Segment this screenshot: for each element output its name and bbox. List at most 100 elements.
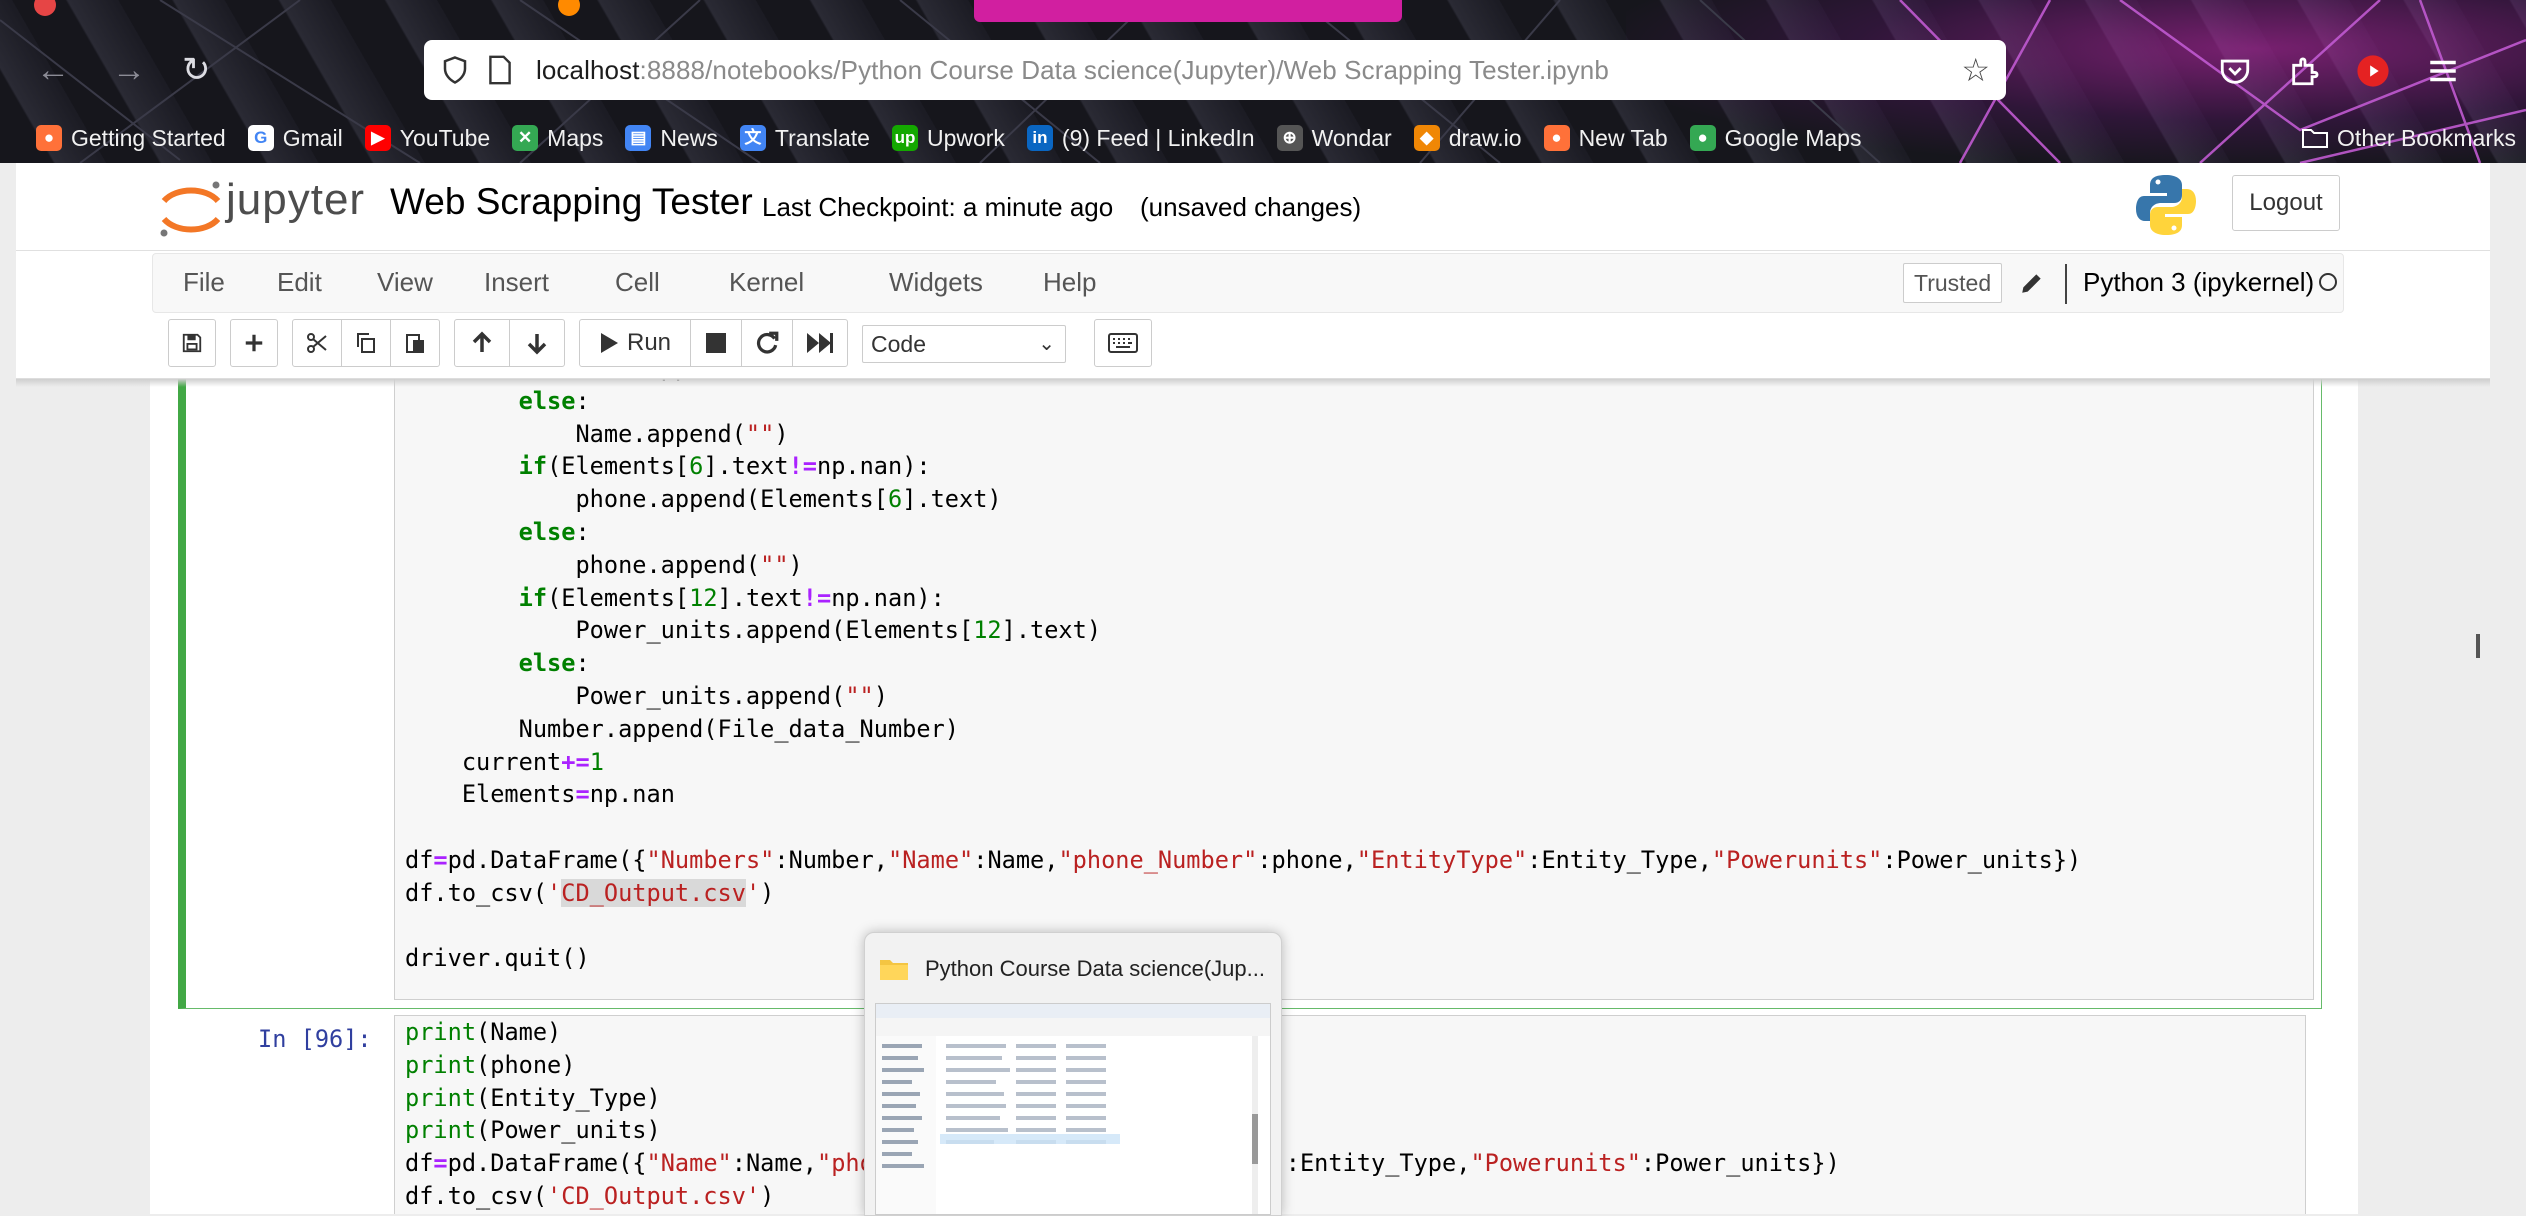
restart-kernel-button[interactable]: [741, 319, 793, 367]
reload-icon[interactable]: ↻: [182, 50, 211, 90]
paste-button[interactable]: [390, 319, 440, 367]
code-cell-selected[interactable]: Name.append(Elements[5].text) else: Name…: [178, 379, 2322, 1009]
explorer-thumbnail-image: [876, 1004, 1270, 1214]
bookmark-label: News: [660, 124, 718, 151]
pencil-icon[interactable]: [2019, 270, 2045, 296]
scrollbar-thumb[interactable]: [2476, 634, 2480, 658]
menubar: File Edit View Insert Cell Kernel Widget…: [152, 253, 2344, 313]
run-button-label: Run: [626, 329, 672, 356]
kernel-idle-icon: [2319, 273, 2337, 291]
globe-icon: ⊕: [1276, 125, 1303, 151]
maps-icon: ✕: [512, 125, 539, 151]
jupyter-header: jupyter Web Scrapping Tester Last Checkp…: [16, 163, 2490, 251]
copy-button[interactable]: [341, 319, 391, 367]
keyboard-icon: [1108, 333, 1138, 353]
run-button[interactable]: Run: [579, 319, 691, 367]
hamburger-menu-icon[interactable]: [2426, 54, 2460, 88]
address-bar[interactable]: localhost:8888/notebooks/Python Course D…: [424, 40, 2006, 100]
interrupt-kernel-button[interactable]: [690, 319, 742, 367]
menubar-container: File Edit View Insert Cell Kernel Widget…: [16, 251, 2490, 379]
tracking-shield-icon[interactable]: [440, 55, 470, 85]
menu-view[interactable]: View: [377, 267, 433, 298]
cell-editor[interactable]: print(Name) print(phone) print(Entity_Ty…: [394, 1015, 2306, 1214]
cell-editor[interactable]: Name.append(Elements[5].text) else: Name…: [394, 379, 2314, 1000]
bookmark-item[interactable]: up Upwork: [891, 124, 1005, 152]
taskbar-window-preview[interactable]: Python Course Data science(Jup...: [864, 932, 1282, 1216]
paste-icon: [406, 334, 424, 353]
browser-chrome: ← → ↻ localhost:8888/notebooks/Python Co…: [0, 0, 2526, 163]
bookmark-item[interactable]: ● Google Maps: [1689, 125, 1861, 152]
bookmark-label: Getting Started: [71, 124, 226, 151]
bookmark-label: (9) Feed | LinkedIn: [1061, 124, 1255, 151]
menu-edit[interactable]: Edit: [277, 267, 322, 298]
python-logo-icon: [2136, 175, 2196, 235]
cell-prompt: In [96]:: [258, 1025, 372, 1053]
menu-file[interactable]: File: [183, 267, 225, 298]
google-icon: G: [247, 125, 274, 151]
bookmark-item[interactable]: G Gmail: [247, 124, 343, 152]
cell-type-select[interactable]: Code ⌄: [862, 325, 1066, 363]
bookmark-label: New Tab: [1578, 124, 1668, 151]
extensions-icon[interactable]: [2288, 54, 2322, 88]
linkedin-icon: in: [1026, 125, 1053, 151]
bookmark-label: draw.io: [1448, 124, 1522, 151]
chevron-down-icon: ⌄: [1038, 333, 1055, 355]
move-down-button[interactable]: [509, 319, 565, 367]
bookmark-label: Translate: [774, 124, 870, 151]
translate-icon: 文: [739, 125, 766, 151]
pocket-icon[interactable]: [2218, 54, 2252, 88]
code-content[interactable]: Name.append(Elements[5].text) else: Name…: [405, 379, 2081, 975]
drawio-icon: ◆: [1413, 125, 1440, 151]
google-maps-icon: ●: [1689, 125, 1716, 151]
toolbar-shadow: [16, 379, 2490, 387]
folder-icon: [880, 960, 908, 980]
menu-cell[interactable]: Cell: [615, 267, 660, 298]
arrow-down-icon: [527, 334, 547, 355]
other-bookmarks[interactable]: Other Bookmarks: [2301, 118, 2516, 158]
bookmark-item[interactable]: ✕ Maps: [512, 125, 603, 152]
move-up-button[interactable]: [454, 319, 510, 367]
menu-widgets[interactable]: Widgets: [889, 267, 983, 298]
youtube-extension-icon[interactable]: [2356, 54, 2390, 88]
back-icon[interactable]: ←: [36, 50, 70, 90]
trusted-indicator[interactable]: Trusted: [1903, 263, 2003, 303]
bookmark-item[interactable]: ⊕ Wondar: [1276, 125, 1392, 152]
bookmark-label: Upwork: [926, 124, 1005, 151]
insert-cell-button[interactable]: [230, 319, 278, 367]
url-text[interactable]: localhost:8888/notebooks/Python Course D…: [536, 55, 1609, 86]
copy-icon: [357, 333, 375, 353]
bookmark-star-icon[interactable]: ☆: [1961, 54, 1990, 86]
command-palette-button[interactable]: [1094, 319, 1152, 367]
plus-icon: [245, 334, 263, 352]
autosave-status: (unsaved changes): [1140, 192, 1362, 222]
menu-kernel[interactable]: Kernel: [729, 267, 804, 298]
cut-button[interactable]: [292, 319, 342, 367]
kernel-name[interactable]: Python 3 (ipykernel): [2083, 267, 2314, 298]
bookmarks-toolbar: ● Getting Started G Gmail ▶ YouTube ✕ Maps ▤ News…: [0, 118, 2526, 158]
forward-icon[interactable]: →: [112, 50, 146, 90]
menu-help[interactable]: Help: [1043, 267, 1096, 298]
preview-thumbnail[interactable]: [875, 1003, 1271, 1215]
save-icon: [182, 333, 202, 353]
firefox-icon: ●: [36, 125, 62, 151]
menu-insert[interactable]: Insert: [484, 267, 549, 298]
restart-run-all-button[interactable]: [792, 319, 848, 367]
save-button[interactable]: [168, 319, 216, 367]
bookmark-item[interactable]: ● New Tab: [1543, 124, 1668, 152]
bookmark-item[interactable]: ▤ News: [625, 125, 718, 152]
stop-icon: [706, 333, 726, 353]
bookmark-item[interactable]: ◆ draw.io: [1413, 124, 1522, 152]
bookmark-label: Gmail: [282, 124, 343, 151]
fast-forward-icon: [807, 333, 833, 353]
bookmark-item[interactable]: ▶ YouTube: [364, 125, 490, 152]
bookmark-item[interactable]: 文 Translate: [739, 124, 870, 152]
active-tab[interactable]: [974, 0, 1402, 22]
page-icon[interactable]: [488, 55, 512, 85]
bookmark-item[interactable]: ● Getting Started: [36, 125, 226, 152]
bookmark-label: Maps: [547, 124, 604, 151]
notebook-title[interactable]: Web Scrapping Tester: [390, 181, 753, 223]
bookmark-item[interactable]: in (9) Feed | LinkedIn: [1026, 124, 1255, 152]
logout-button[interactable]: Logout: [2232, 175, 2340, 231]
folder-icon: [2302, 129, 2329, 148]
restart-icon: [756, 331, 779, 354]
